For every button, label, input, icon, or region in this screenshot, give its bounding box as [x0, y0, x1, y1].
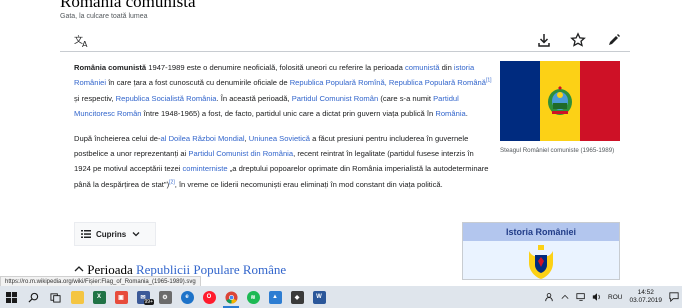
- paragraph-2: După încheierea celui de-al Doilea Războ…: [74, 131, 492, 193]
- link-partidul-comunist-roman[interactable]: Partidul Comunist Român: [292, 94, 379, 103]
- page-header: România comunistă Gata, la culcare toată…: [60, 0, 630, 20]
- section-heading-prefix: Perioada: [87, 262, 136, 277]
- language-indicator[interactable]: ROU: [608, 294, 622, 301]
- opera-icon: O: [202, 290, 216, 304]
- taskbar-app-file-explorer[interactable]: [66, 286, 88, 308]
- download-icon[interactable]: [536, 32, 552, 48]
- gamepad-icon: ◆: [290, 290, 304, 304]
- notification-badge: 99+: [143, 299, 154, 305]
- toc-label: Cuprins: [96, 229, 127, 239]
- word-icon: W: [312, 290, 326, 304]
- taskbar-app-opera[interactable]: O: [198, 286, 220, 308]
- paragraph-1: România comunistă 1947-1989 este o denum…: [74, 60, 492, 122]
- search-icon: [27, 292, 38, 303]
- flag-band-red: [580, 61, 620, 141]
- text: (care s-a numit: [378, 93, 434, 103]
- text: și respectiv,: [74, 93, 116, 103]
- people-icon[interactable]: [543, 291, 555, 303]
- link-uniunea-sovietica[interactable]: Uniunea Sovietică: [249, 134, 310, 143]
- language-icon[interactable]: 文A: [74, 32, 90, 49]
- flag-caption: Steagul Româniel comuniste (1965-1989): [500, 147, 615, 154]
- notification-center-icon[interactable]: [666, 292, 682, 302]
- taskbar-app-settings[interactable]: ⚙: [154, 286, 176, 308]
- start-button[interactable]: [0, 286, 22, 308]
- speaker-icon[interactable]: [591, 291, 603, 303]
- article-body: România comunistă 1947-1989 este o denum…: [74, 60, 492, 201]
- text: în care țara a fost cunoscută cu denumir…: [106, 78, 290, 88]
- taskbar-app-games[interactable]: ◆: [286, 286, 308, 308]
- link-partidul-comunist-din-romania[interactable]: Partidul Comunist din România: [188, 149, 293, 158]
- windows-icon: [5, 291, 17, 303]
- taskbar: X ▣ ✉ 99+ ⚙ e O ≋ ▲ ◆ W ROU 14:52 03.07.…: [0, 286, 682, 308]
- link-cominterniste[interactable]: cominterniste: [182, 164, 227, 173]
- text: .: [465, 109, 468, 119]
- text: . În această perioadă,: [216, 93, 292, 103]
- folder-icon: [70, 290, 84, 304]
- text: După încheierea celui de-: [74, 133, 161, 143]
- star-icon[interactable]: [570, 32, 586, 48]
- clock[interactable]: 14:52 03.07.2019: [629, 289, 662, 305]
- edge-icon: e: [180, 290, 194, 304]
- reference-1[interactable]: [1]: [486, 78, 492, 84]
- svg-text:A: A: [82, 40, 88, 48]
- coat-of-arms-icon: [529, 245, 553, 279]
- clock-date: 03.07.2019: [629, 297, 662, 304]
- gear-icon: ⚙: [158, 290, 172, 304]
- spotify-icon: ≋: [246, 290, 260, 304]
- task-view-button[interactable]: [44, 286, 66, 308]
- taskbar-app-mail[interactable]: ✉ 99+: [132, 286, 154, 308]
- taskbar-app-edge[interactable]: e: [176, 286, 198, 308]
- link-romania[interactable]: România: [435, 109, 465, 118]
- infobox: Steagul Româniel comuniste (1965-1989): [500, 61, 620, 155]
- link-republicii-populare[interactable]: Republicii Populare Române: [136, 262, 286, 277]
- task-view-icon: [49, 292, 61, 303]
- clock-time: 14:52: [637, 289, 654, 296]
- flag-band-blue: [500, 61, 540, 141]
- search-taskbar-button[interactable]: [22, 286, 44, 308]
- link-al-doilea-razboi[interactable]: al Doilea Război Mondial: [161, 134, 245, 143]
- coat-of-arms-emblem: [548, 86, 572, 115]
- taskbar-app-store[interactable]: ▣: [110, 286, 132, 308]
- system-tray: ROU 14:52 03.07.2019: [541, 286, 682, 308]
- chevron-up-icon: [74, 266, 84, 272]
- text: din: [439, 63, 454, 72]
- taskbar-app-word[interactable]: W: [308, 286, 330, 308]
- link-comunista[interactable]: comunistă: [405, 63, 440, 72]
- page-title: România comunistă: [60, 0, 196, 11]
- photos-icon: ▲: [268, 290, 282, 304]
- link-republica-populara[interactable]: Republica Populară Romînă, Republica Pop…: [290, 78, 486, 87]
- excel-icon: X: [92, 290, 106, 304]
- text: 1947-1989 este o denumire neoficială, fo…: [146, 63, 405, 72]
- taskbar-app-photos[interactable]: ▲: [264, 286, 286, 308]
- toc-toggle[interactable]: Cuprins: [74, 222, 156, 246]
- page-subtitle: Gata, la culcare toată lumea: [60, 13, 148, 20]
- flag-image[interactable]: [500, 61, 620, 141]
- text: între 1948-1965) a fost, de facto, parti…: [141, 109, 436, 119]
- list-icon: [81, 230, 91, 238]
- history-navbox: Istoria României: [462, 222, 620, 280]
- page-toolbar: 文A: [60, 28, 630, 52]
- taskbar-app-excel[interactable]: X: [88, 286, 110, 308]
- history-navbox-title[interactable]: Istoria României: [463, 223, 619, 241]
- chevron-up-tray-icon[interactable]: [559, 291, 571, 303]
- network-icon[interactable]: [575, 291, 587, 303]
- article-subject: România comunistă: [74, 63, 147, 72]
- chevron-down-icon: [132, 232, 140, 237]
- taskbar-app-chrome[interactable]: [220, 286, 242, 308]
- text: , în vreme ce liderii necomuniști erau e…: [174, 179, 443, 189]
- link-republica-socialista[interactable]: Republica Socialistă România: [116, 94, 217, 103]
- chrome-icon: [224, 290, 238, 304]
- taskbar-app-spotify[interactable]: ≋: [242, 286, 264, 308]
- store-icon: ▣: [114, 290, 128, 304]
- edit-icon[interactable]: [606, 32, 622, 48]
